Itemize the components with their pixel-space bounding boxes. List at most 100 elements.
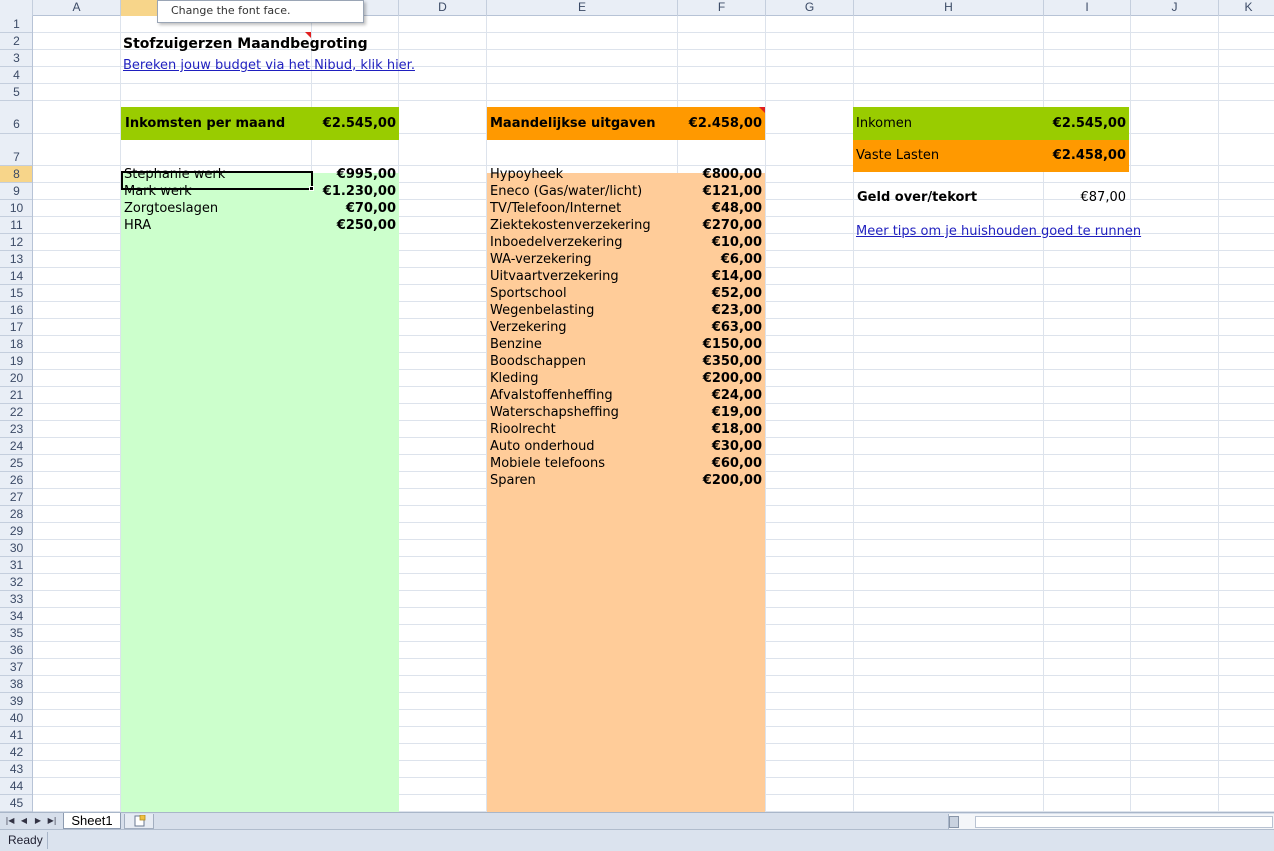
column-header[interactable]: K	[1219, 0, 1274, 16]
row-header[interactable]: 3	[0, 50, 32, 67]
expenses-item-label[interactable]: Mobiele telefoons	[490, 455, 605, 472]
prev-sheet-icon[interactable]: ◀	[18, 815, 30, 827]
row-header[interactable]: 29	[0, 523, 32, 540]
expenses-item-value[interactable]: €23,00	[677, 302, 762, 319]
row-header[interactable]: 19	[0, 353, 32, 370]
expenses-item-value[interactable]: €48,00	[677, 200, 762, 217]
expenses-item-label[interactable]: Uitvaartverzekering	[490, 268, 619, 285]
expenses-item-value[interactable]: €800,00	[677, 166, 762, 183]
expenses-item-value[interactable]: €350,00	[677, 353, 762, 370]
expenses-item-label[interactable]: Wegenbelasting	[490, 302, 594, 319]
expenses-item-value[interactable]: €63,00	[677, 319, 762, 336]
expenses-item-value[interactable]: €24,00	[677, 387, 762, 404]
expenses-item-label[interactable]: TV/Telefoon/Internet	[490, 200, 621, 217]
expense-header-total[interactable]: €2.458,00	[677, 115, 762, 132]
income-item-value[interactable]: €250,00	[311, 217, 396, 234]
column-header[interactable]: F	[678, 0, 766, 16]
row-header[interactable]: 14	[0, 268, 32, 285]
row-header[interactable]: 39	[0, 693, 32, 710]
income-item-value[interactable]: €1.230,00	[311, 183, 396, 200]
row-header[interactable]: 25	[0, 455, 32, 472]
row-header[interactable]: 38	[0, 676, 32, 693]
comment-marker[interactable]	[759, 107, 765, 113]
row-header[interactable]: 37	[0, 659, 32, 676]
expenses-item-value[interactable]: €6,00	[677, 251, 762, 268]
sheet-tab-sheet1[interactable]: Sheet1	[63, 813, 121, 829]
income-item-label[interactable]: Zorgtoeslagen	[124, 200, 218, 217]
row-header[interactable]: 45	[0, 795, 32, 812]
row-header[interactable]: 17	[0, 319, 32, 336]
expenses-item-value[interactable]: €60,00	[677, 455, 762, 472]
expenses-item-label[interactable]: Rioolrecht	[490, 421, 556, 438]
row-header[interactable]: 24	[0, 438, 32, 455]
row-header[interactable]: 28	[0, 506, 32, 523]
next-sheet-icon[interactable]: ▶	[32, 815, 44, 827]
row-header[interactable]: 15	[0, 285, 32, 302]
row-header[interactable]: 9	[0, 183, 32, 200]
expense-header-label[interactable]: Maandelijkse uitgaven	[490, 115, 656, 132]
worksheet-grid[interactable]: Stofzuigerzen Maandbegroting Bereken jou…	[33, 16, 1274, 812]
summary-income-value[interactable]: €2.545,00	[1038, 115, 1126, 132]
column-header[interactable]: D	[399, 0, 487, 16]
expenses-item-value[interactable]: €200,00	[677, 472, 762, 489]
expenses-item-label[interactable]: Benzine	[490, 336, 542, 353]
row-header[interactable]: 41	[0, 727, 32, 744]
income-item-value[interactable]: €995,00	[311, 166, 396, 183]
row-header[interactable]: 8	[0, 166, 32, 183]
scrollbar-split-handle[interactable]	[949, 816, 959, 828]
row-header[interactable]: 22	[0, 404, 32, 421]
balance-label[interactable]: Geld over/tekort	[857, 189, 977, 206]
expenses-item-value[interactable]: €30,00	[677, 438, 762, 455]
row-header[interactable]: 4	[0, 67, 32, 84]
row-header[interactable]: 40	[0, 710, 32, 727]
row-header[interactable]: 32	[0, 574, 32, 591]
first-sheet-icon[interactable]: |◀	[4, 815, 16, 827]
expenses-item-label[interactable]: Sportschool	[490, 285, 567, 302]
row-header[interactable]: 31	[0, 557, 32, 574]
column-header[interactable]: I	[1044, 0, 1131, 16]
row-header[interactable]: 35	[0, 625, 32, 642]
row-header[interactable]: 13	[0, 251, 32, 268]
tips-link[interactable]: Meer tips om je huishouden goed te runne…	[856, 223, 1141, 240]
scrollbar-track[interactable]	[975, 816, 1273, 828]
expenses-item-label[interactable]: Sparen	[490, 472, 536, 489]
last-sheet-icon[interactable]: ▶|	[46, 815, 58, 827]
nibud-link[interactable]: Bereken jouw budget via het Nibud, klik …	[123, 57, 415, 74]
row-header[interactable]: 36	[0, 642, 32, 659]
row-header[interactable]: 6	[0, 101, 32, 134]
expenses-item-value[interactable]: €52,00	[677, 285, 762, 302]
expenses-item-value[interactable]: €150,00	[677, 336, 762, 353]
row-header[interactable]: 18	[0, 336, 32, 353]
expenses-item-label[interactable]: Verzekering	[490, 319, 567, 336]
row-header[interactable]: 27	[0, 489, 32, 506]
expenses-item-value[interactable]: €19,00	[677, 404, 762, 421]
column-header[interactable]: E	[487, 0, 678, 16]
expenses-item-value[interactable]: €18,00	[677, 421, 762, 438]
summary-fixed-label[interactable]: Vaste Lasten	[856, 147, 939, 164]
row-header[interactable]: 26	[0, 472, 32, 489]
expenses-item-label[interactable]: Kleding	[490, 370, 539, 387]
expenses-item-label[interactable]: Auto onderhoud	[490, 438, 595, 455]
row-header[interactable]: 7	[0, 134, 32, 166]
comment-marker[interactable]	[305, 32, 311, 38]
row-header[interactable]: 42	[0, 744, 32, 761]
expenses-item-label[interactable]: WA-verzekering	[490, 251, 591, 268]
row-header[interactable]: 10	[0, 200, 32, 217]
row-header[interactable]: 11	[0, 217, 32, 234]
row-header[interactable]: 43	[0, 761, 32, 778]
column-header[interactable]: J	[1131, 0, 1219, 16]
expenses-item-value[interactable]: €200,00	[677, 370, 762, 387]
income-item-label[interactable]: HRA	[124, 217, 151, 234]
balance-value[interactable]: €87,00	[1038, 189, 1127, 206]
column-header[interactable]: G	[766, 0, 854, 16]
expenses-item-value[interactable]: €10,00	[677, 234, 762, 251]
row-header[interactable]: 2	[0, 33, 32, 50]
expenses-item-label[interactable]: Inboedelverzekering	[490, 234, 623, 251]
expenses-item-label[interactable]: Eneco (Gas/water/licht)	[490, 183, 642, 200]
expenses-item-label[interactable]: Waterschapsheffing	[490, 404, 619, 421]
row-header[interactable]: 21	[0, 387, 32, 404]
expenses-item-label[interactable]: Hypoyheek	[490, 166, 563, 183]
summary-fixed-value[interactable]: €2.458,00	[1038, 147, 1126, 164]
income-item-value[interactable]: €70,00	[311, 200, 396, 217]
expenses-item-label[interactable]: Ziektekostenverzekering	[490, 217, 651, 234]
